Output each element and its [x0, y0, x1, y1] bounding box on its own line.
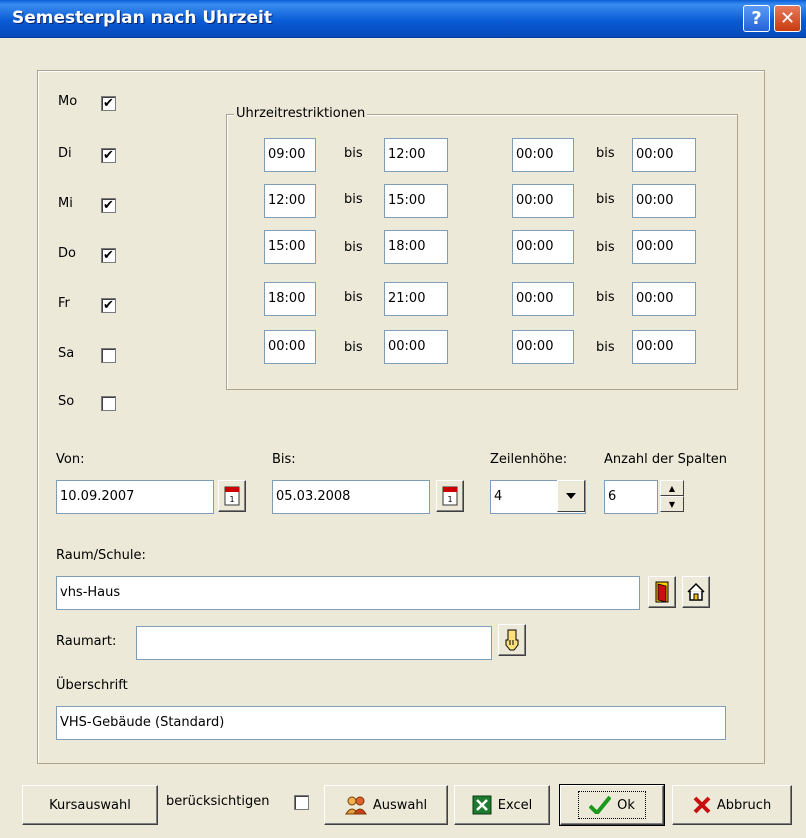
chevron-down-icon [566, 493, 576, 499]
time-a-to-3[interactable]: 18:00 [384, 230, 448, 264]
von-label: Von: [56, 452, 85, 467]
ok-label: Ok [617, 797, 635, 813]
day-checkbox-mi[interactable]: ✔ [101, 198, 116, 213]
bis-date-field[interactable]: 05.03.2008 [272, 480, 430, 514]
ueberschrift-field[interactable]: VHS-Gebäude (Standard) [56, 706, 726, 740]
cancel-x-icon [693, 796, 711, 814]
beruecksichtigen-checkbox[interactable] [294, 795, 309, 810]
raum-label: Raum/Schule: [56, 548, 146, 563]
abbruch-button[interactable]: Abbruch [672, 785, 792, 825]
close-button[interactable]: ✕ [774, 5, 801, 32]
checkmark-icon [589, 796, 612, 814]
time-b-from-2[interactable]: 00:00 [512, 184, 574, 218]
time-b-from-3[interactable]: 00:00 [512, 230, 574, 264]
bis-calendar-button[interactable]: 1 [436, 480, 464, 512]
bis-label: bis [344, 340, 363, 355]
help-button[interactable]: ? [743, 5, 770, 32]
zeilenhoehe-label: Zeilenhöhe: [490, 452, 568, 467]
bis-label: bis [596, 146, 615, 161]
kursauswahl-label: Kursauswahl [49, 797, 131, 813]
day-label-so: So [58, 394, 75, 409]
ueberschrift-label: Überschrift [56, 678, 128, 693]
pointing-hand-icon [505, 629, 519, 651]
excel-button[interactable]: Excel [454, 785, 550, 825]
time-b-to-2[interactable]: 00:00 [632, 184, 696, 218]
spalten-input[interactable]: 6 [604, 480, 658, 514]
bis-label: bis [344, 240, 363, 255]
day-label-mi: Mi [58, 196, 73, 211]
spalten-label: Anzahl der Spalten [604, 452, 728, 467]
ok-button[interactable]: Ok [559, 784, 665, 826]
raum-door-button[interactable] [648, 576, 676, 608]
people-icon [344, 796, 367, 815]
time-a-to-5[interactable]: 00:00 [384, 330, 448, 364]
spin-down-button[interactable]: ▼ [660, 496, 684, 512]
time-a-from-4[interactable]: 18:00 [264, 282, 316, 316]
kursauswahl-button[interactable]: Kursauswahl [22, 785, 158, 825]
time-b-to-5[interactable]: 00:00 [632, 330, 696, 364]
day-label-sa: Sa [58, 346, 75, 361]
day-checkbox-fr[interactable]: ✔ [101, 298, 116, 313]
day-checkbox-mo[interactable]: ✔ [101, 96, 116, 111]
home-icon [687, 582, 705, 601]
beruecksichtigen-label: berücksichtigen [166, 794, 270, 809]
time-a-from-2[interactable]: 12:00 [264, 184, 316, 218]
von-date-field[interactable]: 10.09.2007 [56, 480, 214, 514]
raumart-label: Raumart: [56, 634, 117, 649]
time-b-from-1[interactable]: 00:00 [512, 138, 574, 172]
time-b-to-1[interactable]: 00:00 [632, 138, 696, 172]
day-label-mo: Mo [58, 94, 78, 109]
auswahl-button[interactable]: Auswahl [324, 785, 448, 825]
day-checkbox-di[interactable]: ✔ [101, 148, 116, 163]
time-b-from-5[interactable]: 00:00 [512, 330, 574, 364]
bis-label: bis [596, 192, 615, 207]
calendar-icon: 1 [442, 486, 458, 506]
zeilenhoehe-dropdown-button[interactable] [557, 480, 585, 512]
time-a-to-1[interactable]: 12:00 [384, 138, 448, 172]
window-title: Semesterplan nach Uhrzeit [12, 8, 273, 28]
title-bar: Semesterplan nach Uhrzeit ? ✕ [0, 0, 806, 38]
raum-home-button[interactable] [682, 576, 710, 608]
bis-label: bis [344, 290, 363, 305]
svg-text:1: 1 [229, 495, 234, 504]
excel-icon [472, 795, 492, 815]
bis-label: bis [596, 240, 615, 255]
ok-button-focus: Ok [578, 791, 646, 819]
day-label-di: Di [58, 146, 72, 161]
time-a-from-1[interactable]: 09:00 [264, 138, 316, 172]
bis-date-label: Bis: [272, 452, 296, 467]
time-a-from-5[interactable]: 00:00 [264, 330, 316, 364]
von-calendar-button[interactable]: 1 [218, 480, 246, 512]
raumart-field[interactable] [136, 626, 492, 660]
abbruch-label: Abbruch [716, 797, 772, 813]
svg-text:1: 1 [447, 495, 452, 504]
time-restrictions-title: Uhrzeitrestriktionen [234, 106, 368, 121]
bis-label: bis [596, 290, 615, 305]
time-b-from-4[interactable]: 00:00 [512, 282, 574, 316]
excel-label: Excel [497, 797, 533, 813]
day-checkbox-so[interactable] [101, 396, 116, 411]
auswahl-label: Auswahl [372, 797, 428, 813]
bis-label: bis [344, 146, 363, 161]
time-b-to-4[interactable]: 00:00 [632, 282, 696, 316]
bis-label: bis [344, 192, 363, 207]
raumart-select-button[interactable] [498, 624, 526, 656]
door-icon [655, 581, 669, 603]
day-label-do: Do [58, 246, 76, 261]
time-b-to-3[interactable]: 00:00 [632, 230, 696, 264]
time-a-to-4[interactable]: 21:00 [384, 282, 448, 316]
time-a-from-3[interactable]: 15:00 [264, 230, 316, 264]
time-a-to-2[interactable]: 15:00 [384, 184, 448, 218]
day-label-fr: Fr [58, 296, 70, 311]
day-checkbox-sa[interactable] [101, 348, 116, 363]
day-checkbox-do[interactable]: ✔ [101, 248, 116, 263]
raum-field[interactable]: vhs-Haus [56, 576, 640, 610]
spin-up-button[interactable]: ▲ [660, 480, 684, 496]
bis-label: bis [596, 340, 615, 355]
calendar-icon: 1 [224, 486, 240, 506]
